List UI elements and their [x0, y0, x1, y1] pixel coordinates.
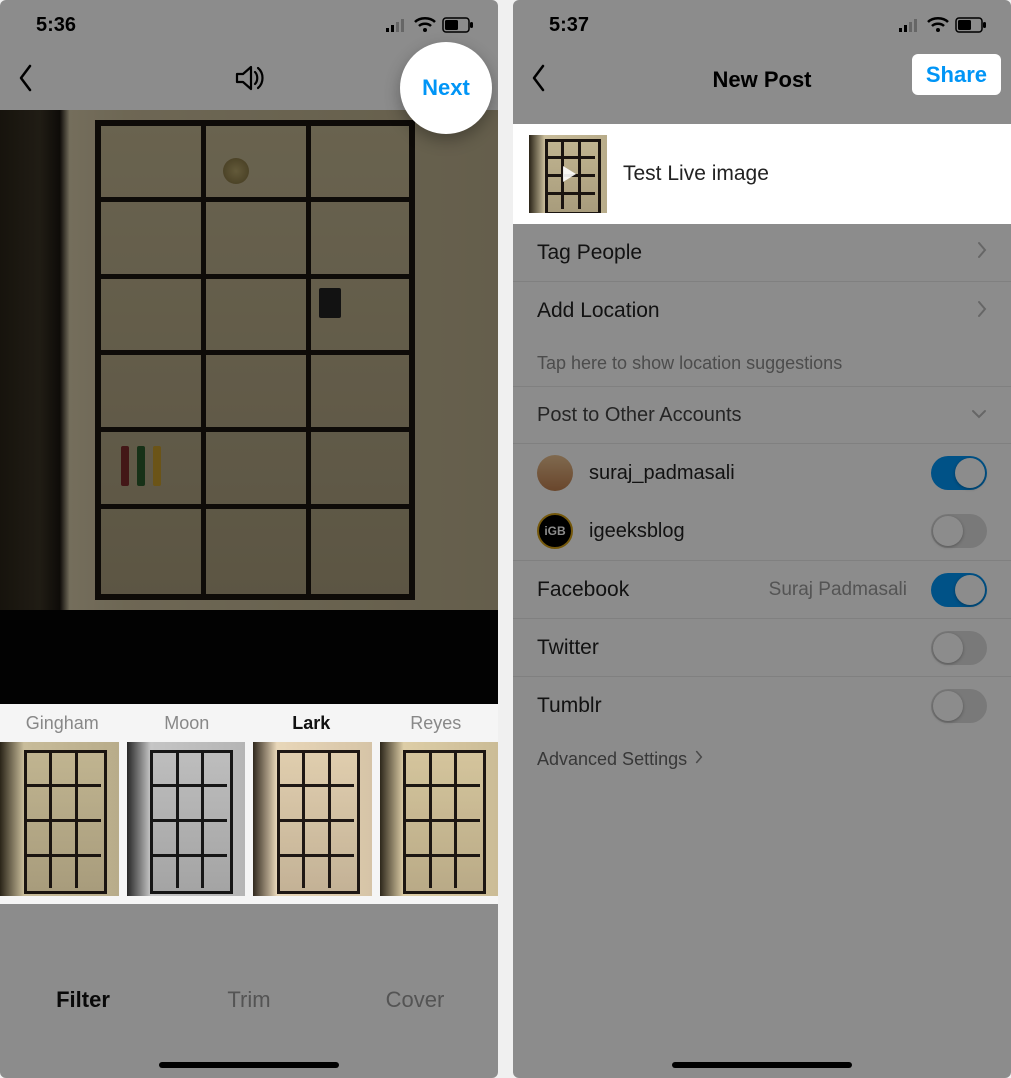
filter-carousel[interactable]: Gingham Moon Lark Reyes — [0, 704, 498, 904]
account-row-igeeksblog: iGB igeeksblog — [513, 502, 1011, 560]
tab-trim[interactable]: Trim — [166, 987, 332, 1013]
tag-people-row[interactable]: Tag People — [513, 224, 1011, 282]
cellular-signal-icon — [386, 18, 408, 32]
battery-icon — [442, 17, 474, 33]
video-preview[interactable] — [0, 110, 498, 610]
sound-icon[interactable] — [233, 62, 265, 99]
toggle-twitter[interactable] — [931, 631, 987, 665]
share-facebook-label: Facebook — [537, 578, 757, 602]
battery-icon — [955, 17, 987, 33]
share-tumblr-label: Tumblr — [537, 694, 919, 718]
chevron-right-icon — [695, 750, 703, 769]
status-bar: 5:36 — [0, 0, 498, 50]
advanced-settings-row[interactable]: Advanced Settings — [513, 734, 1011, 784]
share-facebook-row: Facebook Suraj Padmasali — [513, 560, 1011, 618]
play-icon — [529, 135, 607, 213]
toggle-tumblr[interactable] — [931, 689, 987, 723]
filter-thumb-reyes[interactable] — [380, 742, 499, 896]
filter-screen: 5:36 Next — [0, 0, 498, 1078]
post-other-accounts-row[interactable]: Post to Other Accounts — [513, 386, 1011, 444]
page-title: New Post — [712, 67, 811, 93]
chevron-right-icon — [977, 241, 987, 264]
highlight-next-label: Next — [422, 75, 470, 101]
filter-thumb-gingham[interactable] — [0, 742, 119, 896]
home-indicator[interactable] — [672, 1062, 852, 1068]
editor-tabs: Filter Trim Cover — [0, 960, 498, 1040]
caption-row[interactable]: Test Live image — [513, 124, 1011, 224]
share-twitter-row: Twitter — [513, 618, 1011, 676]
wifi-icon — [414, 17, 436, 33]
tab-cover[interactable]: Cover — [332, 987, 498, 1013]
post-other-label: Post to Other Accounts — [537, 404, 742, 427]
back-icon[interactable] — [18, 64, 34, 97]
filter-option-gingham[interactable]: Gingham — [0, 713, 125, 734]
advanced-settings-label: Advanced Settings — [537, 749, 687, 770]
tag-people-label: Tag People — [537, 241, 642, 265]
highlight-share-button[interactable]: Share — [912, 54, 1001, 95]
chevron-right-icon — [977, 300, 987, 323]
add-location-row[interactable]: Add Location — [513, 282, 1011, 340]
chevron-down-icon — [971, 406, 987, 424]
share-twitter-label: Twitter — [537, 636, 919, 660]
status-time: 5:37 — [549, 14, 589, 37]
add-location-label: Add Location — [537, 299, 660, 323]
filter-thumb-moon[interactable] — [127, 742, 246, 896]
status-time: 5:36 — [36, 14, 76, 37]
account-name: suraj_padmasali — [589, 462, 915, 485]
filter-option-moon[interactable]: Moon — [125, 713, 250, 734]
filter-option-reyes[interactable]: Reyes — [374, 713, 499, 734]
toggle-facebook[interactable] — [931, 573, 987, 607]
caption-input[interactable]: Test Live image — [623, 162, 769, 186]
share-facebook-sub: Suraj Padmasali — [769, 579, 907, 601]
media-thumbnail[interactable] — [529, 135, 607, 213]
location-hint-label: Tap here to show location suggestions — [537, 353, 842, 374]
share-tumblr-row: Tumblr — [513, 676, 1011, 734]
avatar — [537, 455, 573, 491]
filter-thumb-lark[interactable] — [253, 742, 372, 896]
back-icon[interactable] — [531, 64, 547, 97]
wifi-icon — [927, 17, 949, 33]
filter-option-lark[interactable]: Lark — [249, 713, 374, 734]
account-row-suraj: suraj_padmasali — [513, 444, 1011, 502]
avatar: iGB — [537, 513, 573, 549]
status-bar: 5:37 — [513, 0, 1011, 50]
toggle-account-suraj[interactable] — [931, 456, 987, 490]
cellular-signal-icon — [899, 18, 921, 32]
preview-gap — [0, 610, 498, 704]
toggle-account-igeeksblog[interactable] — [931, 514, 987, 548]
home-indicator[interactable] — [159, 1062, 339, 1068]
new-post-screen: 5:37 New Post Share Test Live image Tag … — [513, 0, 1011, 1078]
account-name: igeeksblog — [589, 520, 915, 543]
highlight-next[interactable]: Next — [400, 42, 492, 134]
location-hint[interactable]: Tap here to show location suggestions — [513, 340, 1011, 386]
post-settings: Tag People Add Location Tap here to show… — [513, 224, 1011, 1078]
tab-filter[interactable]: Filter — [0, 987, 166, 1013]
